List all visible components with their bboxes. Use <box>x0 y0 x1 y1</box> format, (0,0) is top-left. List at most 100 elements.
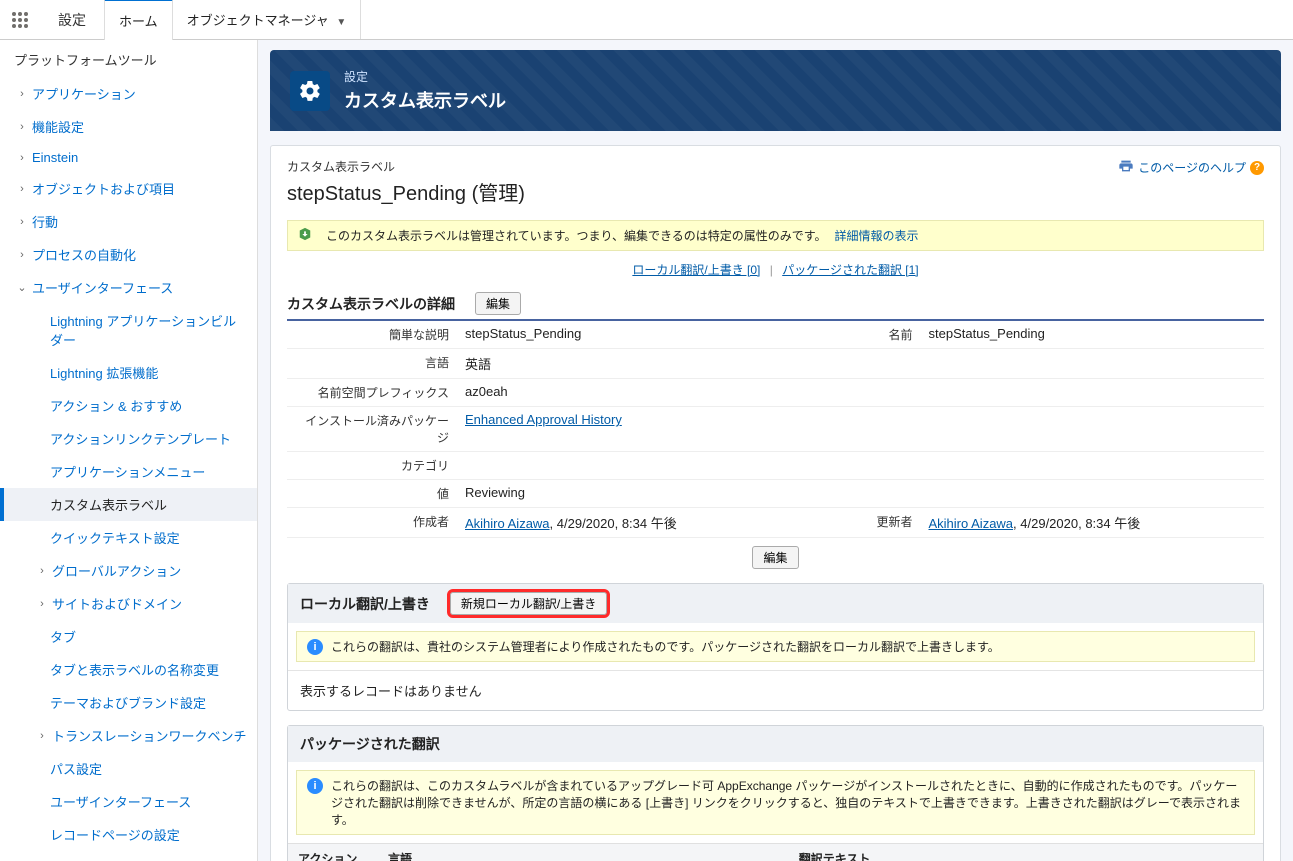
sidebar-child-translation[interactable]: ›トランスレーションワークベンチ <box>0 719 257 752</box>
separator: | <box>770 263 773 277</box>
managed-banner-link[interactable]: 詳細情報の表示 <box>835 227 919 244</box>
sidebar-group-title: プラットフォームツール <box>0 40 257 77</box>
edit-button-bottom[interactable]: 編集 <box>752 546 798 569</box>
chevron-right-icon: › <box>34 565 50 577</box>
sidebar-item-ui[interactable]: ⌄ユーザインターフェース <box>0 271 257 304</box>
tab-home[interactable]: ホーム <box>104 0 173 40</box>
new-local-translation-button[interactable]: 新規ローカル翻訳/上書き <box>450 592 607 615</box>
th-lang: 言語 <box>378 844 789 861</box>
sidebar-child-app-menu[interactable]: アプリケーションメニュー <box>0 455 257 488</box>
setup-title: 設定 <box>40 10 104 30</box>
tab-object-manager[interactable]: オブジェクトマネージャ ▼ <box>173 0 362 39</box>
pkg-info-text: これらの翻訳は、このカスタムラベルが含まれているアップグレード可 AppExch… <box>331 777 1244 828</box>
gear-icon <box>290 71 330 111</box>
info-icon: i <box>307 639 323 655</box>
detail-table: 簡単な説明 stepStatus_Pending 名前 stepStatus_P… <box>287 321 1264 538</box>
no-records-text: 表示するレコードはありません <box>288 670 1263 710</box>
package-icon <box>298 227 312 244</box>
pkg-table: アクション 言語 翻訳テキスト 上書き 日本語 レビュー中 <box>288 843 1263 861</box>
help-link[interactable]: このページのヘルプ ? <box>1118 158 1264 177</box>
printer-icon <box>1118 158 1134 177</box>
anchor-links: ローカル翻訳/上書き [0] | パッケージされた翻訳 [1] <box>287 261 1264 278</box>
label-val: 値 <box>287 480 457 508</box>
modifier-link[interactable]: Akihiro Aizawa <box>929 516 1014 531</box>
breadcrumb: 設定 <box>344 68 506 85</box>
chevron-right-icon: › <box>34 598 50 610</box>
sidebar-item-einstein[interactable]: ›Einstein <box>0 143 257 172</box>
sidebar-child-tabs[interactable]: タブ <box>0 620 257 653</box>
chevron-right-icon: › <box>14 152 30 164</box>
pkg-section-title: パッケージされた翻訳 <box>300 734 440 754</box>
chevron-right-icon: › <box>14 249 30 261</box>
modifier-ts: , 4/29/2020, 8:34 午後 <box>1013 516 1140 531</box>
sidebar-item-process[interactable]: ›プロセスの自動化 <box>0 238 257 271</box>
th-action: アクション <box>288 844 378 861</box>
page-header: 設定 カスタム表示ラベル <box>270 50 1281 131</box>
label-pkg: インストール済みパッケージ <box>287 407 457 452</box>
chevron-right-icon: › <box>14 216 30 228</box>
chevron-down-icon: ⌄ <box>14 281 30 294</box>
chevron-right-icon: › <box>14 121 30 133</box>
chevron-right-icon: › <box>14 88 30 100</box>
sidebar-child-lightning-ext[interactable]: Lightning 拡張機能 <box>0 356 257 389</box>
sidebar-item-features[interactable]: ›機能設定 <box>0 110 257 143</box>
chevron-right-icon: › <box>34 730 50 742</box>
anchor-local[interactable]: ローカル翻訳/上書き [0] <box>632 263 760 277</box>
value-name: stepStatus_Pending <box>921 321 1265 349</box>
tab-object-manager-label: オブジェクトマネージャ <box>187 13 329 28</box>
sidebar-child-rename-tabs[interactable]: タブと表示ラベルの名称変更 <box>0 653 257 686</box>
sidebar-child-themes[interactable]: テーマおよびブランド設定 <box>0 686 257 719</box>
creator-link[interactable]: Akihiro Aizawa <box>465 516 550 531</box>
local-translations-section: ローカル翻訳/上書き 新規ローカル翻訳/上書き i これらの翻訳は、貴社のシステ… <box>287 583 1264 711</box>
help-icon: ? <box>1250 161 1264 175</box>
help-link-label: このページのヘルプ <box>1138 159 1246 176</box>
info-icon: i <box>307 778 323 794</box>
label-creator: 作成者 <box>287 508 457 538</box>
value-cat <box>457 452 1264 480</box>
sidebar-item-objects[interactable]: ›オブジェクトおよび項目 <box>0 172 257 205</box>
content-panel: このページのヘルプ ? カスタム表示ラベル stepStatus_Pending… <box>270 145 1281 861</box>
sidebar-child-record-page[interactable]: レコードページの設定 <box>0 818 257 851</box>
sidebar-item-application[interactable]: ›アプリケーション <box>0 77 257 110</box>
value-short-desc: stepStatus_Pending <box>457 321 801 349</box>
sidebar-child-path[interactable]: パス設定 <box>0 752 257 785</box>
edit-button-top[interactable]: 編集 <box>475 292 521 315</box>
value-pkg-link[interactable]: Enhanced Approval History <box>465 412 622 427</box>
label-lang: 言語 <box>287 349 457 379</box>
top-bar: 設定 ホーム オブジェクトマネージャ ▼ <box>0 0 1293 40</box>
value-ns: az0eah <box>457 379 1264 407</box>
packaged-translations-section: パッケージされた翻訳 i これらの翻訳は、このカスタムラベルが含まれているアップ… <box>287 725 1264 861</box>
sidebar-child-ui[interactable]: ユーザインターフェース <box>0 785 257 818</box>
sidebar-child-action-link[interactable]: アクションリンクテンプレート <box>0 422 257 455</box>
local-info-text: これらの翻訳は、貴社のシステム管理者により作成されたものです。パッケージされた翻… <box>331 638 1000 655</box>
sidebar-child-density[interactable]: 密度設定 <box>0 851 257 861</box>
detail-section-title: カスタム表示ラベルの詳細 <box>287 294 455 314</box>
page-title: カスタム表示ラベル <box>344 87 506 113</box>
value-lang: 英語 <box>457 349 1264 379</box>
anchor-pkg[interactable]: パッケージされた翻訳 [1] <box>782 263 918 277</box>
sidebar-child-custom-labels[interactable]: カスタム表示ラベル <box>0 488 257 521</box>
pkg-info-banner: i これらの翻訳は、このカスタムラベルが含まれているアップグレード可 AppEx… <box>296 770 1255 835</box>
th-text: 翻訳テキスト <box>789 844 1263 861</box>
managed-banner: このカスタム表示ラベルは管理されています。つまり、編集できるのは特定の属性のみで… <box>287 220 1264 251</box>
sidebar-child-app-builder[interactable]: Lightning アプリケーションビルダー <box>0 304 257 356</box>
label-name: 名前 <box>801 321 921 349</box>
sidebar-child-quick-text[interactable]: クイックテキスト設定 <box>0 521 257 554</box>
label-short-desc: 簡単な説明 <box>287 321 457 349</box>
chevron-down-icon: ▼ <box>336 17 346 28</box>
local-info-banner: i これらの翻訳は、貴社のシステム管理者により作成されたものです。パッケージされ… <box>296 631 1255 662</box>
main-content: 設定 カスタム表示ラベル このページのヘルプ ? カスタム表示ラベル stepS… <box>258 40 1293 861</box>
managed-banner-text: このカスタム表示ラベルは管理されています。つまり、編集できるのは特定の属性のみで… <box>326 227 827 244</box>
app-launcher-icon[interactable] <box>0 0 40 40</box>
content-title: stepStatus_Pending (管理) <box>287 177 1264 206</box>
sidebar-child-sites[interactable]: ›サイトおよびドメイン <box>0 587 257 620</box>
label-modifier: 更新者 <box>801 508 921 538</box>
label-ns: 名前空間プレフィックス <box>287 379 457 407</box>
local-section-title: ローカル翻訳/上書き <box>300 594 430 614</box>
label-cat: カテゴリ <box>287 452 457 480</box>
detail-section-head: カスタム表示ラベルの詳細 編集 <box>287 292 1264 321</box>
sidebar-child-global-actions[interactable]: ›グローバルアクション <box>0 554 257 587</box>
sidebar-item-actions[interactable]: ›行動 <box>0 205 257 238</box>
sidebar: プラットフォームツール ›アプリケーション ›機能設定 ›Einstein ›オ… <box>0 40 258 861</box>
sidebar-child-actions-rec[interactable]: アクション & おすすめ <box>0 389 257 422</box>
